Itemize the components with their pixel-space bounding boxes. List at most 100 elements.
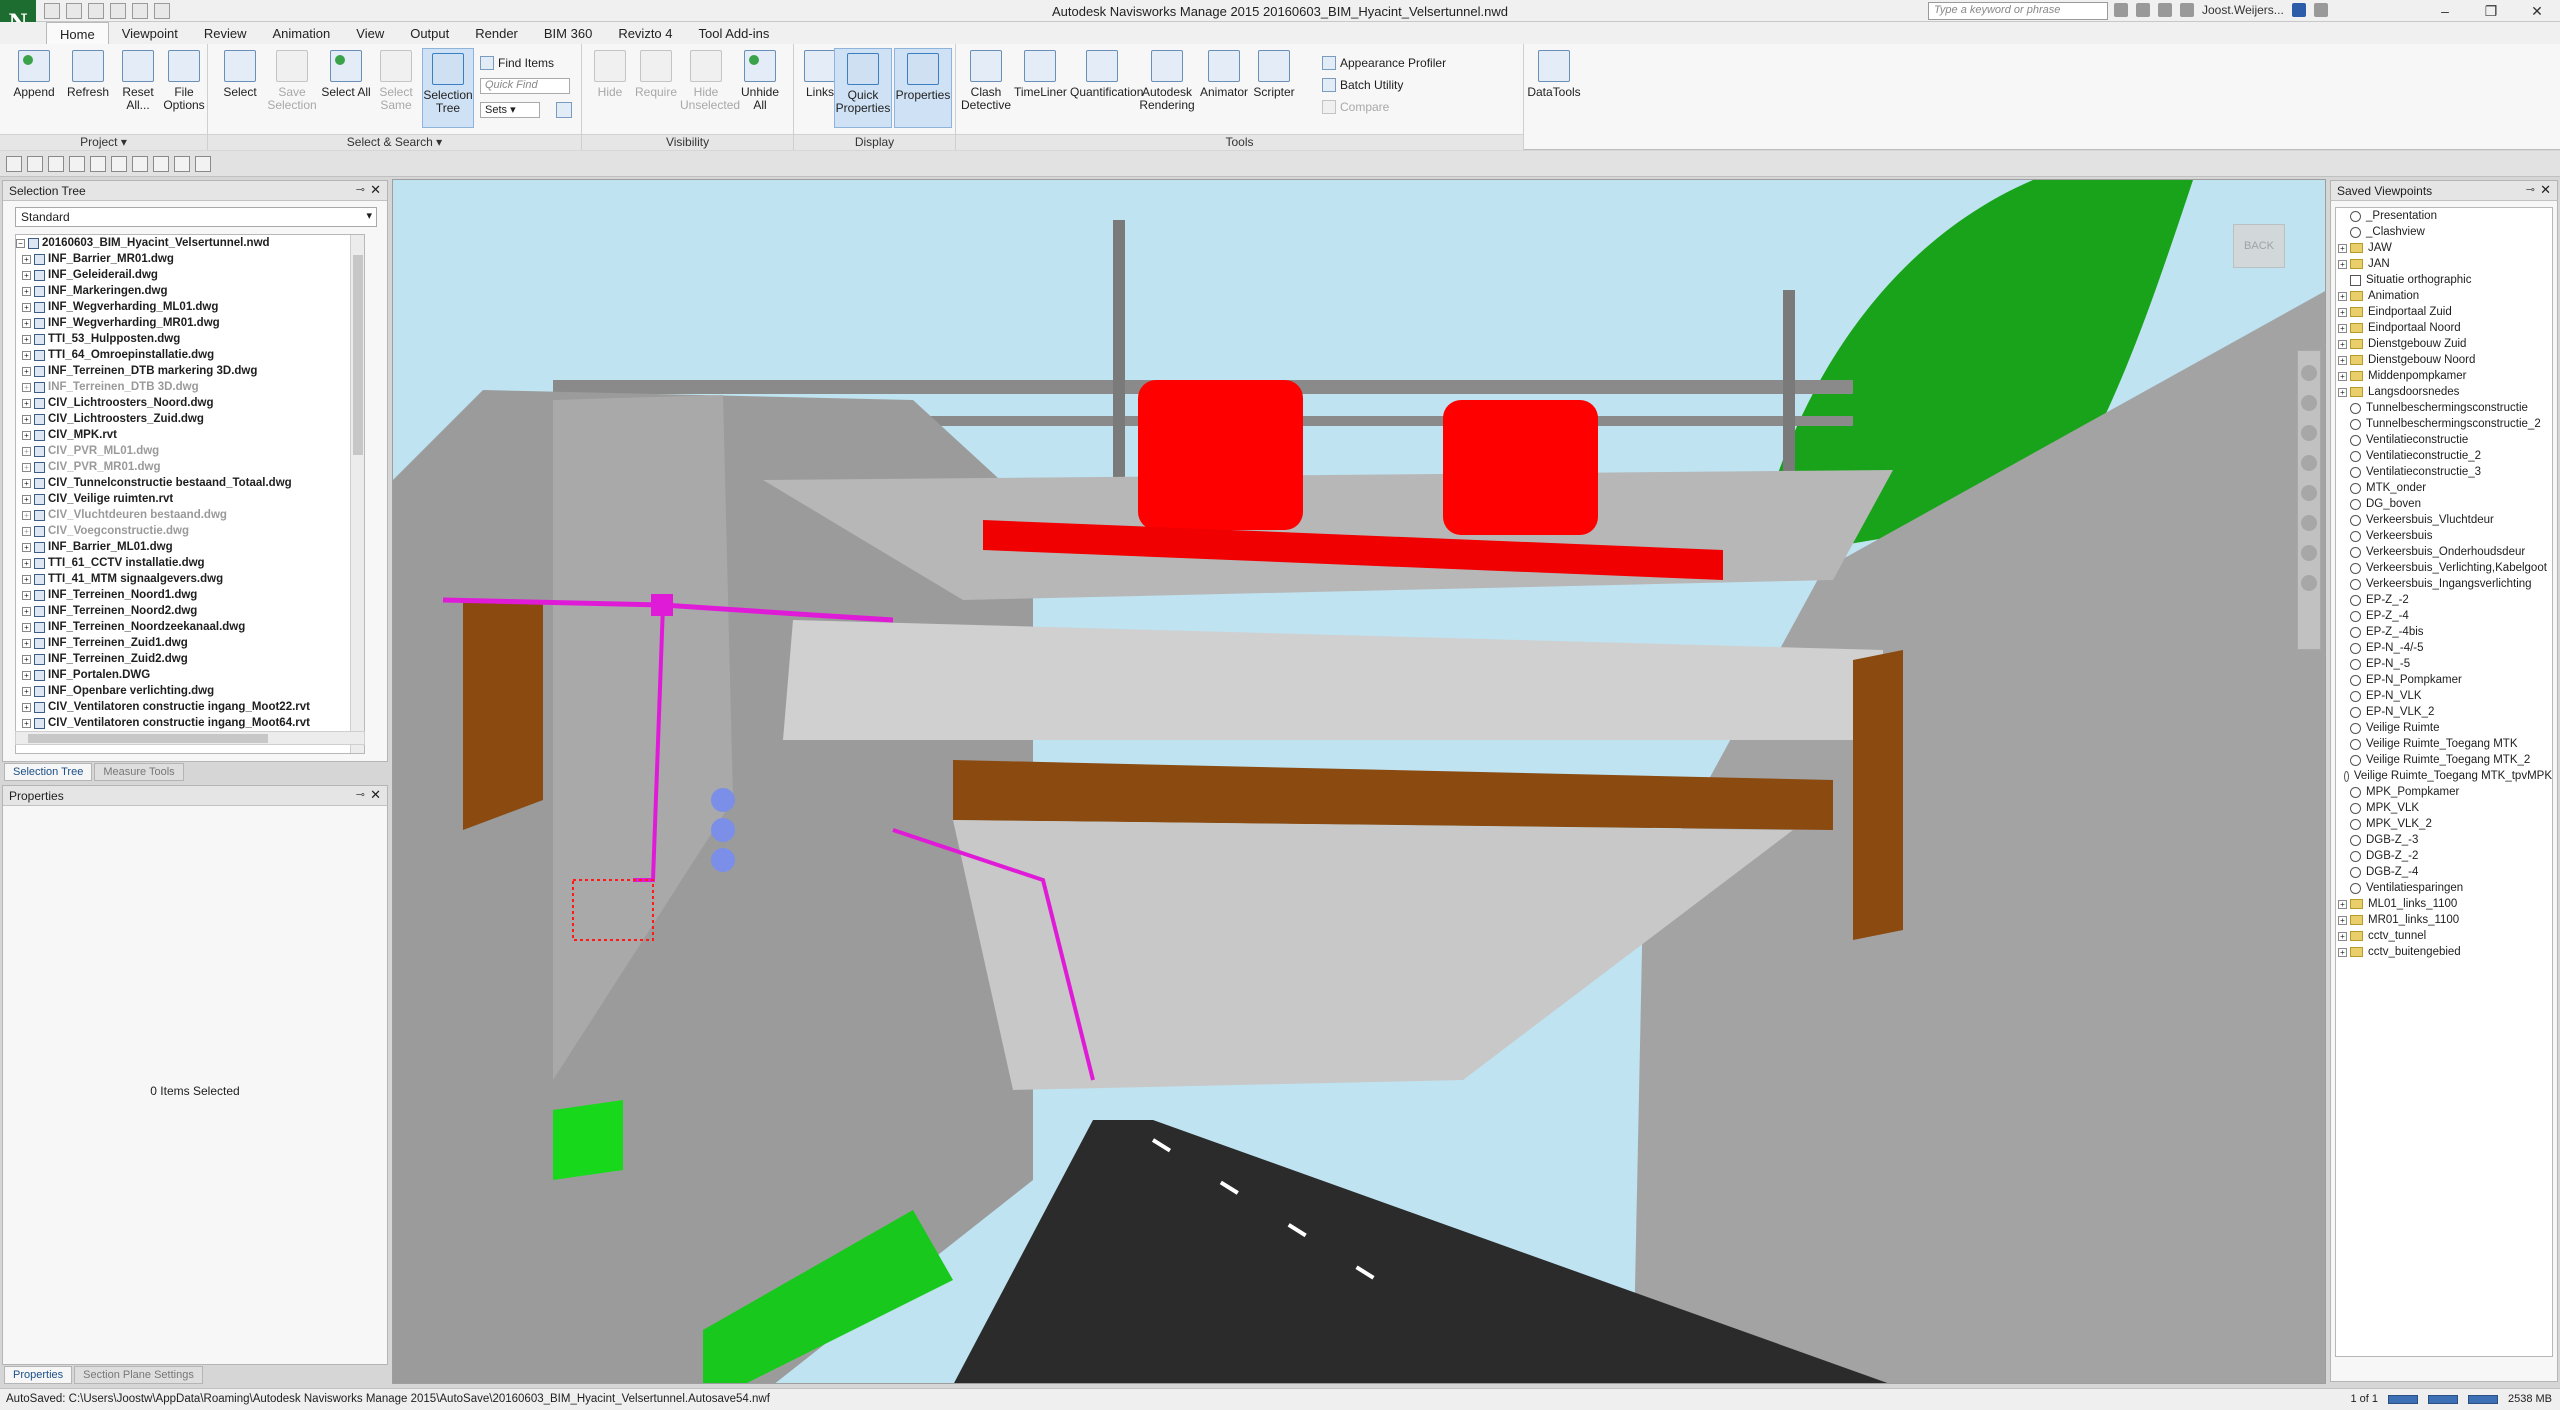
file-options-button[interactable]: File Options (158, 50, 210, 112)
tab-tool-addins[interactable]: Tool Add-ins (686, 22, 783, 44)
viewpoint-item[interactable]: EP-N_-5 (2336, 656, 2552, 672)
clash-detective-button[interactable]: Clash Detective (960, 50, 1012, 112)
pan-icon[interactable] (2301, 395, 2317, 411)
tree-item[interactable]: + CIV_PVR_ML01.dwg (16, 443, 364, 459)
viewpoint-item[interactable]: + Eindportaal Noord (2336, 320, 2552, 336)
viewpoint-item[interactable]: Veilige Ruimte_Toegang MTK_tpvMPK (2336, 768, 2552, 784)
steering-wheel-icon[interactable] (2301, 365, 2317, 381)
viewpoint-item[interactable]: DGB-Z_-3 (2336, 832, 2552, 848)
viewpoint-item[interactable]: + MR01_links_1100 (2336, 912, 2552, 928)
manage-sets-icon[interactable] (556, 102, 572, 118)
expand-toggle-icon[interactable]: + (2338, 355, 2347, 365)
tree-item[interactable]: + TTI_41_MTM signaalgevers.dwg (16, 571, 364, 587)
tree-item[interactable]: + CIV_PVR_MR01.dwg (16, 459, 364, 475)
tree-item[interactable]: + CIV_Lichtroosters_Zuid.dwg (16, 411, 364, 427)
viewpoint-item[interactable]: MPK_Pompkamer (2336, 784, 2552, 800)
viewpoint-item[interactable]: + cctv_buitengebied (2336, 944, 2552, 960)
sets-dropdown[interactable]: Sets ▾ (480, 102, 540, 118)
viewpoint-item[interactable]: DGB-Z_-4 (2336, 864, 2552, 880)
expand-toggle-icon[interactable]: + (22, 654, 31, 664)
select-all-button[interactable]: Select All (320, 50, 372, 99)
tab-animation[interactable]: Animation (259, 22, 343, 44)
tree-item[interactable]: + CIV_Ventilatoren constructie ingang_Moo… (16, 715, 364, 731)
viewpoint-item[interactable]: Ventilatieconstructie_3 (2336, 464, 2552, 480)
expand-toggle-icon[interactable]: + (22, 638, 31, 648)
viewpoint-item[interactable]: EP-Z_-4bis (2336, 624, 2552, 640)
viewpoint-item[interactable]: Verkeersbuis_Onderhoudsdeur (2336, 544, 2552, 560)
tree-item[interactable]: + INF_Markeringen.dwg (16, 283, 364, 299)
viewpoint-item[interactable]: + Dienstgebouw Noord (2336, 352, 2552, 368)
walk-icon[interactable] (2301, 515, 2317, 531)
tree-item[interactable]: + TTI_64_Omroepinstallatie.dwg (16, 347, 364, 363)
find-items-button[interactable]: Find Items (480, 56, 554, 70)
group-label-project[interactable]: Project ▾ (0, 134, 207, 150)
tree-item[interactable]: + INF_Barrier_MR01.dwg (16, 251, 364, 267)
group-label-select-search[interactable]: Select & Search ▾ (208, 134, 581, 150)
expand-toggle-icon[interactable]: + (22, 478, 31, 488)
user-name[interactable]: Joost.Weijers... (2202, 3, 2284, 17)
expand-toggle-icon[interactable]: + (22, 398, 31, 408)
expand-toggle-icon[interactable]: + (22, 302, 31, 312)
expand-toggle-icon[interactable]: + (22, 590, 31, 600)
expand-toggle-icon[interactable]: + (2338, 947, 2347, 957)
tree-item[interactable]: + INF_Portalen.DWG (16, 667, 364, 683)
viewpoint-item[interactable]: Veilige Ruimte (2336, 720, 2552, 736)
viewpoint-item[interactable]: EP-N_VLK (2336, 688, 2552, 704)
viewpoint-item[interactable]: Tunnelbeschermingsconstructie (2336, 400, 2552, 416)
expand-toggle-icon[interactable]: + (22, 702, 31, 712)
tree-item[interactable]: + INF_Openbare verlichting.dwg (16, 683, 364, 699)
scroll-thumb[interactable] (353, 255, 363, 455)
tree-item[interactable]: + INF_Barrier_ML01.dwg (16, 539, 364, 555)
pin-icon[interactable]: ⊸ (356, 183, 365, 196)
viewpoint-item[interactable]: EP-Z_-2 (2336, 592, 2552, 608)
key-icon[interactable] (2136, 3, 2150, 17)
tree-item[interactable]: + CIV_Voegconstructie.dwg (16, 523, 364, 539)
select-icon[interactable] (2301, 545, 2317, 561)
help-icon[interactable] (2313, 3, 2328, 17)
open-icon[interactable] (27, 155, 43, 172)
viewpoint-item[interactable]: + Dienstgebouw Zuid (2336, 336, 2552, 352)
3d-viewport[interactable]: BACK (392, 179, 2326, 1384)
expand-toggle-icon[interactable]: + (22, 462, 31, 472)
color-icon[interactable] (195, 155, 211, 172)
binoculars-icon[interactable] (2114, 3, 2128, 17)
expand-toggle-icon[interactable]: + (22, 526, 31, 536)
tab-section-plane-settings[interactable]: Section Plane Settings (74, 1366, 203, 1384)
expand-toggle-icon[interactable]: + (2338, 915, 2347, 925)
expand-toggle-icon[interactable]: + (2338, 243, 2347, 253)
tab-selection-tree[interactable]: Selection Tree (4, 763, 93, 781)
expand-toggle-icon[interactable]: + (22, 318, 31, 328)
tree-mode-dropdown[interactable]: Standard (15, 207, 377, 227)
expand-toggle-icon[interactable]: + (2338, 323, 2347, 333)
expand-toggle-icon[interactable]: + (22, 414, 31, 424)
tree-item[interactable]: + TTI_61_CCTV installatie.dwg (16, 555, 364, 571)
fit-icon[interactable] (2301, 575, 2317, 591)
refresh-icon[interactable] (132, 155, 148, 172)
quantification-button[interactable]: Quantification (1070, 50, 1143, 99)
tree-item[interactable]: + CIV_Vluchtdeuren bestaand.dwg (16, 507, 364, 523)
look-icon[interactable] (2301, 485, 2317, 501)
maximize-button[interactable]: ❐ (2468, 0, 2514, 22)
viewcube[interactable]: BACK (2233, 224, 2285, 268)
viewpoint-item[interactable]: Verkeersbuis (2336, 528, 2552, 544)
tree-item[interactable]: + INF_Wegverharding_ML01.dwg (16, 299, 364, 315)
tab-review[interactable]: Review (191, 22, 260, 44)
expand-toggle-icon[interactable]: + (22, 366, 31, 376)
tree-vertical-scrollbar[interactable] (350, 235, 364, 753)
minimize-button[interactable]: – (2422, 0, 2468, 22)
tab-bim360[interactable]: BIM 360 (531, 22, 605, 44)
compare-button[interactable]: Compare (1322, 100, 1389, 114)
expand-toggle-icon[interactable]: + (22, 286, 31, 296)
viewpoint-item[interactable]: + cctv_tunnel (2336, 928, 2552, 944)
expand-toggle-icon[interactable]: + (22, 494, 31, 504)
tab-revizto[interactable]: Revizto 4 (605, 22, 685, 44)
select-icon[interactable] (153, 155, 169, 172)
viewpoint-item[interactable]: Tunnelbeschermingsconstructie_2 (2336, 416, 2552, 432)
tree-item[interactable]: + TTI_53_Hulpposten.dwg (16, 331, 364, 347)
tab-output[interactable]: Output (397, 22, 462, 44)
select-same-button[interactable]: Select Same (370, 50, 422, 112)
hide-button[interactable]: Hide (584, 50, 636, 99)
save-icon[interactable] (48, 155, 64, 172)
select-box-icon[interactable] (174, 155, 190, 172)
exchange-icon[interactable] (2291, 3, 2306, 17)
